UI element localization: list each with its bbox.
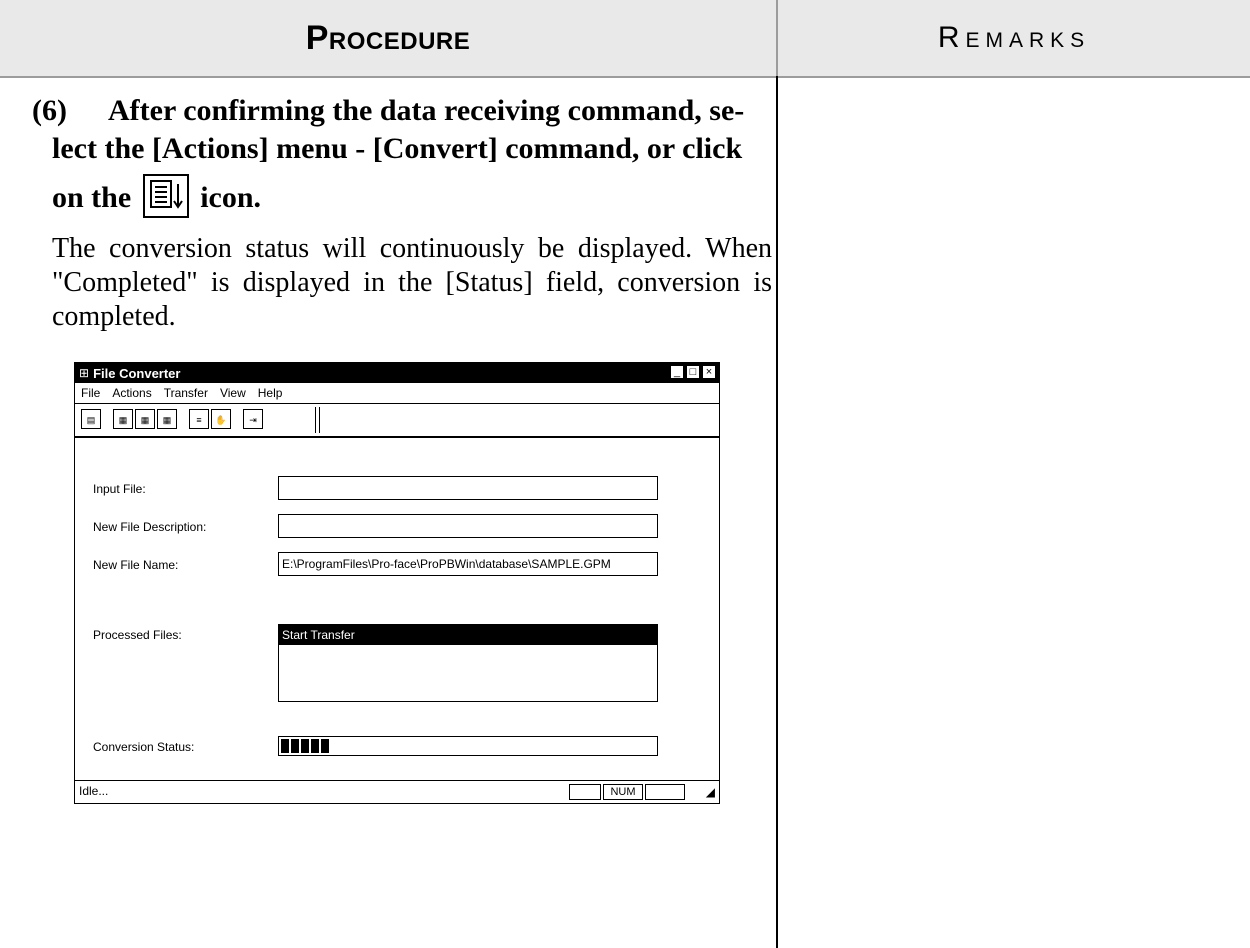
pb-convert-icon[interactable]: ▦: [157, 409, 177, 429]
conversion-progress-bar: [278, 736, 658, 756]
app-icon: ⊞: [79, 366, 90, 380]
convert-icon: [142, 174, 189, 218]
step-line-3: on the icon.: [32, 174, 767, 222]
status-pane-1: [569, 784, 601, 800]
page-header: Procedure Remarks: [0, 0, 1250, 78]
progress-block: [321, 739, 329, 753]
input-file-label: Input File:: [93, 482, 146, 496]
convert-icon[interactable]: ≡: [189, 409, 209, 429]
menu-view[interactable]: View: [220, 386, 246, 400]
menu-actions[interactable]: Actions: [112, 386, 151, 400]
step-line-2: lect the [Actions] menu - [Convert] comm…: [52, 132, 743, 165]
body-text: The conversion status will continuously …: [52, 233, 772, 332]
status-pane-3: [645, 784, 685, 800]
menu-help[interactable]: Help: [258, 386, 283, 400]
new-file-name-field[interactable]: E:\ProgramFiles\Pro-face\ProPBWin\databa…: [278, 552, 658, 576]
toolbar: ▤ ▦ ▦ ▦ ≡ ✋ ⇥: [75, 404, 719, 438]
status-text: Idle...: [79, 784, 109, 798]
minimize-button[interactable]: _: [670, 365, 684, 379]
progress-block: [281, 739, 289, 753]
prog-convert-icon[interactable]: ▦: [135, 409, 155, 429]
step-number: (6): [32, 94, 67, 127]
step-line-3-post: icon.: [200, 180, 262, 214]
status-num: NUM: [603, 784, 643, 800]
progress-fill: [281, 739, 655, 753]
column-divider: [776, 76, 778, 948]
stop-hand-icon[interactable]: ✋: [211, 409, 231, 429]
processed-files-label: Processed Files:: [93, 628, 182, 642]
progress-block: [291, 739, 299, 753]
status-bar: Idle... NUM ◢: [75, 780, 719, 803]
step-line-3-pre: on the: [52, 180, 132, 214]
menu-bar: File Actions Transfer View Help: [75, 383, 719, 404]
input-file-field[interactable]: [278, 476, 658, 500]
step-line-1: After confirming the data receiving comm…: [108, 94, 745, 127]
toolbar-separator: [315, 407, 320, 433]
file-converter-window: ⊞ File Converter _ □ × File Actions Tran…: [74, 362, 720, 804]
progress-block: [311, 739, 319, 753]
gpm-convert-icon[interactable]: ▦: [113, 409, 133, 429]
conversion-status-label: Conversion Status:: [93, 740, 195, 754]
new-file-description-field[interactable]: [278, 514, 658, 538]
menu-file[interactable]: File: [81, 386, 100, 400]
converter-form: Input File: New File Description: New Fi…: [75, 438, 719, 768]
new-file-description-label: New File Description:: [93, 520, 207, 534]
gpm-icon[interactable]: ▤: [81, 409, 101, 429]
remarks-heading: Remarks: [937, 21, 1091, 54]
resize-grip-icon[interactable]: ◢: [706, 785, 715, 799]
new-file-name-label: New File Name:: [93, 558, 179, 572]
procedure-heading: Procedure: [305, 18, 471, 57]
close-button[interactable]: ×: [702, 365, 716, 379]
window-titlebar: ⊞ File Converter _ □ ×: [75, 363, 719, 383]
exit-icon[interactable]: ⇥: [243, 409, 263, 429]
list-item[interactable]: Start Transfer: [279, 625, 657, 645]
progress-block: [301, 739, 309, 753]
maximize-button[interactable]: □: [686, 365, 700, 379]
step-heading: (6) After confirming the data receiving c…: [32, 92, 767, 222]
processed-files-list[interactable]: Start Transfer: [278, 624, 658, 702]
menu-transfer[interactable]: Transfer: [164, 386, 208, 400]
window-title: File Converter: [93, 365, 181, 381]
